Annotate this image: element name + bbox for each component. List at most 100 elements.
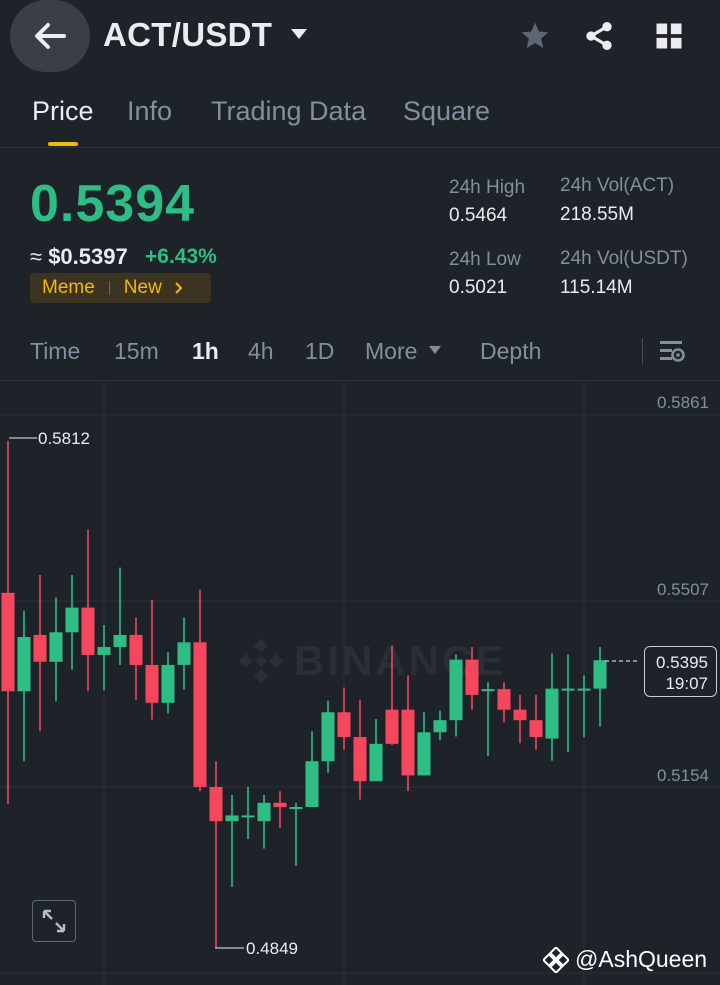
grid-menu-button[interactable] [651,18,687,54]
author-credit: @AshQueen [543,946,707,973]
caret-down-icon[interactable] [290,28,308,40]
tag-meme[interactable]: Meme [42,277,95,299]
price-change: +6.43% [145,245,217,268]
candle-body [497,689,511,710]
candle-body [529,720,543,738]
favorite-button[interactable] [517,18,553,54]
fullscreen-button[interactable] [32,900,76,942]
vol-base-label: 24h Vol(ACT) [560,175,675,196]
vol-quote-value: 115.14M [560,277,633,298]
binance-logo-icon [543,946,569,973]
pair-title[interactable]: ACT/USDT [103,16,272,54]
interval-more[interactable]: More [365,338,442,365]
fiat-price: ≈ $0.5397 [30,244,128,269]
min-price-marker: 0.4849 [215,939,298,958]
interval-15m[interactable]: 15m [114,338,159,365]
interval-1h[interactable]: 1h [192,338,219,365]
y-tick-label: 0.5861 [657,393,709,412]
candle-body [289,806,303,809]
chart-settings-icon [660,341,685,362]
candle-body [65,607,79,633]
candle-body [401,709,415,776]
y-tick-label: 0.5507 [657,580,709,599]
candle-body [225,815,239,822]
grid-lines [0,381,720,985]
tab-info[interactable]: Info [127,96,172,127]
back-button[interactable] [10,0,90,72]
candle-body [1,592,15,692]
chart-settings-button[interactable] [658,338,686,369]
tag-new[interactable]: New [124,277,162,299]
candle-body [161,664,175,703]
candle-body [545,688,559,739]
interval-4h[interactable]: 4h [248,338,274,365]
current-price-value: 0.5395 [656,653,708,672]
interval-1d[interactable]: 1D [305,338,334,365]
max-price-label: 0.5812 [38,429,90,448]
share-icon [586,22,612,50]
tag-separator [108,281,110,295]
tab-square[interactable]: Square [403,96,490,127]
interval-separator [642,338,643,364]
min-price-label: 0.4849 [246,939,298,958]
candle-body [177,642,191,665]
high-label: 24h High [449,177,526,198]
candle-body [145,664,159,703]
candle-countdown: 19:07 [665,674,708,693]
candle-body [449,659,463,721]
interval-time[interactable]: Time [30,338,80,365]
candle-body [273,802,287,807]
candle-body [305,761,319,807]
candle-body [417,732,431,776]
star-icon [521,22,549,48]
candle-body [209,787,223,822]
candle-body [513,709,527,721]
max-price-marker: 0.5812 [9,429,90,448]
candle-body [369,743,383,782]
y-tick-label: 0.5154 [657,766,709,785]
vol-base-value: 218.55M [560,204,634,225]
current-price-badge: 0.5395 19:07 [644,646,717,697]
last-price: 0.5394 [30,175,196,233]
candle-body [433,720,447,733]
candle-body [593,660,607,689]
candle-body [49,632,63,662]
tab-trading-data[interactable]: Trading Data [211,96,366,127]
candle-body [33,634,47,662]
interval-more-label: More [365,338,418,364]
tab-depth[interactable]: Depth [480,338,541,365]
expand-icon [42,909,66,933]
candlestick-chart[interactable]: 0.5861 0.5507 0.5154 0.5812 0.4849 [0,381,720,985]
vol-quote-label: 24h Vol(USDT) [560,248,688,269]
candle-body [465,659,479,695]
candle-body [257,802,271,822]
low-value: 0.5021 [449,277,508,298]
grid-icon [656,23,682,49]
candle-body [481,689,495,692]
tabs-divider [0,147,720,148]
credit-handle: @AshQueen [575,946,708,972]
candle-body [577,688,591,691]
low-label: 24h Low [449,249,521,270]
candle-body [353,737,367,782]
candles [1,440,607,948]
tab-price[interactable]: Price [32,96,94,127]
back-arrow-icon [35,23,66,49]
caret-down-icon [428,346,441,354]
candle-body [129,634,143,665]
candle-body [321,712,335,762]
chevron-right-icon [175,282,183,294]
candle-body [81,607,95,655]
active-tab-indicator [48,142,78,146]
candle-body [241,815,255,818]
share-button[interactable] [581,18,617,54]
candle-body [193,642,207,787]
candle-body [561,688,575,691]
tag-badges[interactable]: Meme New [30,273,211,303]
high-value: 0.5464 [449,205,508,226]
candle-body [385,709,399,744]
candle-body [113,634,127,648]
candle-body [97,647,111,655]
candle-body [17,637,31,692]
candle-body [337,712,351,738]
